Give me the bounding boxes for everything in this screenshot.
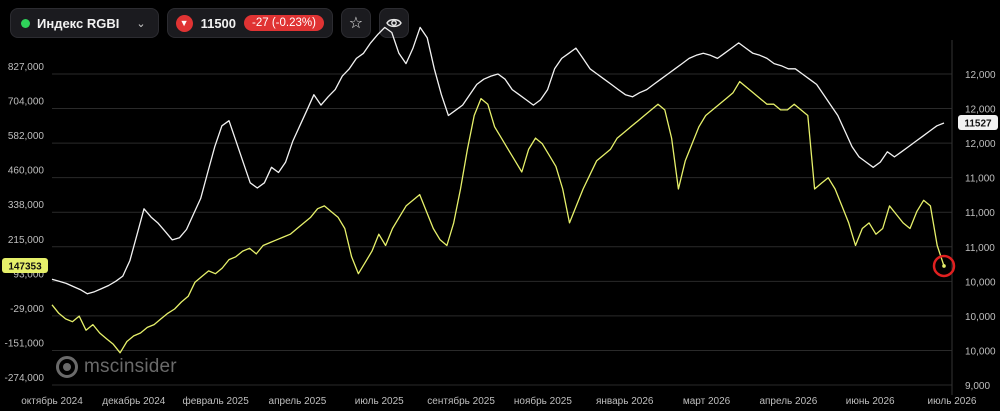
left-tick-label: 582,000 xyxy=(8,131,45,142)
watermark-logo-icon xyxy=(56,356,78,378)
series-line-right xyxy=(51,26,945,295)
left-tick-label: -29,000 xyxy=(10,304,44,315)
x-tick-label: июль 2026 xyxy=(928,396,977,407)
series-layer xyxy=(51,26,945,354)
x-tick-label: декабрь 2024 xyxy=(102,395,166,407)
series-line-left xyxy=(51,80,945,354)
right-tick-label: 11,000 xyxy=(965,174,995,185)
right-tick-label: 10,000 xyxy=(965,312,996,323)
watermark-text: mscinsider xyxy=(84,356,177,377)
x-tick-label: июнь 2026 xyxy=(846,396,895,407)
left-tick-label: 338,000 xyxy=(8,200,45,211)
price-chart[interactable]: 827,000 704,000 582,000 460,000 338,000 215,0… xyxy=(0,0,1000,411)
left-value-label: 147353 xyxy=(8,261,42,272)
right-tick-label: 12,000 xyxy=(965,105,996,116)
left-tick-label: -151,000 xyxy=(5,338,45,349)
x-tick-label: февраль 2025 xyxy=(182,395,249,407)
left-axis: 827,000 704,000 582,000 460,000 338,000 215,0… xyxy=(5,62,45,384)
x-tick-label: ноябрь 2025 xyxy=(514,395,572,407)
right-tick-label: 12,000 xyxy=(965,139,996,150)
x-tick-label: октябрь 2024 xyxy=(21,395,83,407)
x-axis: октябрь 2024 декабрь 2024 февраль 2025 апре… xyxy=(21,395,977,407)
right-tick-label: 10,000 xyxy=(965,346,996,357)
left-tick-label: 460,000 xyxy=(8,166,45,177)
x-tick-label: сентябрь 2025 xyxy=(427,395,495,407)
left-tick-label: -274,000 xyxy=(5,373,45,384)
last-point-dot xyxy=(942,264,946,268)
right-tick-label: 9,000 xyxy=(965,381,990,392)
right-value-label: 11527 xyxy=(964,119,992,130)
x-tick-label: апрель 2026 xyxy=(759,396,817,407)
x-tick-label: январь 2026 xyxy=(596,396,654,407)
right-tick-label: 11,000 xyxy=(965,243,995,254)
right-tick-label: 12,000 xyxy=(965,70,996,81)
right-tick-label: 11,000 xyxy=(965,208,995,219)
watermark: mscinsider xyxy=(56,356,177,378)
left-tick-label: 704,000 xyxy=(8,97,45,108)
x-tick-label: апрель 2025 xyxy=(269,396,327,407)
left-tick-label: 827,000 xyxy=(8,62,45,73)
x-tick-label: март 2026 xyxy=(683,396,731,407)
x-tick-label: июль 2025 xyxy=(355,396,404,407)
right-tick-label: 10,000 xyxy=(965,277,996,288)
chart-grid xyxy=(52,40,953,395)
left-tick-label: 215,000 xyxy=(8,235,45,246)
